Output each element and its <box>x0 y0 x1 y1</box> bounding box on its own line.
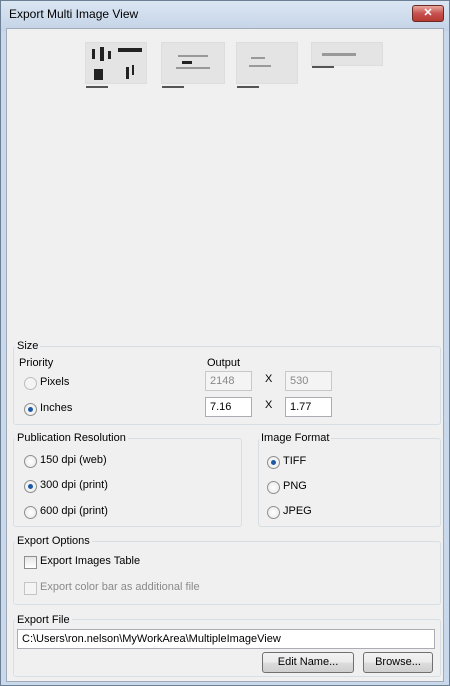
resolution-legend: Publication Resolution <box>15 432 128 444</box>
close-button[interactable]: ✕ <box>412 5 444 22</box>
pixels-width-field[interactable]: 2148 <box>205 371 252 391</box>
thumbnail-3[interactable] <box>236 42 298 88</box>
image-thumbnails <box>7 29 443 99</box>
thumbnail-2[interactable] <box>161 42 225 88</box>
export-file-path-field[interactable]: C:\Users\ron.nelson\MyWorkArea\MultipleI… <box>17 629 435 649</box>
export-file-legend: Export File <box>15 614 72 626</box>
export-dialog-window: Export Multi Image View ✕ Size Priority … <box>0 0 450 686</box>
res-600-label[interactable]: 600 dpi (print) <box>40 505 108 517</box>
format-jpeg-radio[interactable] <box>267 506 280 519</box>
res-150-radio[interactable] <box>24 455 37 468</box>
browse-button[interactable]: Browse... <box>363 652 433 673</box>
thumbnail-1[interactable] <box>85 42 147 88</box>
format-tiff-radio[interactable] <box>267 456 280 469</box>
res-150-label[interactable]: 150 dpi (web) <box>40 454 107 466</box>
export-color-bar-checkbox[interactable] <box>24 582 37 595</box>
pixels-radio[interactable] <box>24 377 37 390</box>
output-label: Output <box>207 357 241 369</box>
export-options-group <box>13 541 441 605</box>
res-300-radio[interactable] <box>24 480 37 493</box>
priority-label: Priority <box>19 357 54 369</box>
inches-height-field[interactable]: 1.77 <box>285 397 332 417</box>
edit-name-button[interactable]: Edit Name... <box>262 652 354 673</box>
res-300-label[interactable]: 300 dpi (print) <box>40 479 108 491</box>
export-images-table-checkbox[interactable] <box>24 556 37 569</box>
export-color-bar-label[interactable]: Export color bar as additional file <box>40 581 200 593</box>
res-600-radio[interactable] <box>24 506 37 519</box>
inches-radio[interactable] <box>24 403 37 416</box>
inches-label[interactable]: Inches <box>40 402 72 414</box>
window-title: Export Multi Image View <box>9 7 139 21</box>
pixels-label[interactable]: Pixels <box>40 376 69 388</box>
format-png-label[interactable]: PNG <box>283 480 307 492</box>
dialog-body: Size Priority Output Pixels 2148 X 530 I… <box>6 28 444 682</box>
export-images-table-label[interactable]: Export Images Table <box>40 555 140 567</box>
thumbnail-4[interactable] <box>311 42 383 68</box>
format-tiff-label[interactable]: TIFF <box>283 455 306 467</box>
format-jpeg-label[interactable]: JPEG <box>283 505 312 517</box>
format-legend: Image Format <box>259 432 332 444</box>
format-png-radio[interactable] <box>267 481 280 494</box>
inches-width-field[interactable]: 7.16 <box>205 397 252 417</box>
inches-x-label: X <box>265 399 273 411</box>
title-bar[interactable]: Export Multi Image View ✕ <box>1 1 449 27</box>
export-options-legend: Export Options <box>15 535 92 547</box>
pixels-height-field[interactable]: 530 <box>285 371 332 391</box>
size-legend: Size <box>15 340 41 352</box>
pixels-x-label: X <box>265 373 273 385</box>
